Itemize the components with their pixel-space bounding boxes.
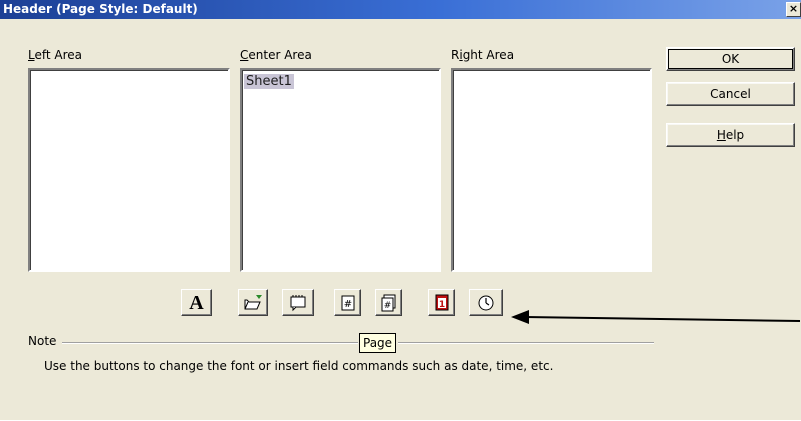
sheet-name-icon bbox=[288, 294, 308, 312]
help-button[interactable]: Help bbox=[666, 123, 795, 147]
title-bar: Header (Page Style: Default) × bbox=[0, 0, 801, 19]
cancel-button[interactable]: Cancel bbox=[666, 82, 795, 106]
center-area-editor[interactable]: Sheet1 bbox=[240, 68, 441, 272]
time-button[interactable] bbox=[469, 289, 503, 316]
note-divider-right bbox=[398, 342, 654, 344]
note-text: Use the buttons to change the font or in… bbox=[44, 359, 554, 373]
ok-button[interactable]: OK bbox=[666, 47, 795, 71]
title-icon bbox=[243, 294, 263, 312]
header-dialog: Header (Page Style: Default) × Left Area… bbox=[0, 0, 801, 421]
page-tooltip: Page bbox=[359, 333, 397, 353]
date-button[interactable]: 1 bbox=[428, 289, 455, 316]
svg-text:1: 1 bbox=[438, 300, 444, 310]
note-divider bbox=[62, 342, 358, 344]
window-title: Header (Page Style: Default) bbox=[3, 2, 198, 16]
help-button-rest: elp bbox=[725, 128, 745, 142]
annotation-arrow-icon bbox=[511, 310, 801, 324]
svg-text:#: # bbox=[343, 299, 351, 310]
right-area-label-rest: ght Area bbox=[462, 48, 515, 62]
center-area-label: Center Area bbox=[240, 48, 312, 62]
total-pages-button[interactable]: # bbox=[375, 289, 402, 316]
total-pages-icon: # bbox=[380, 294, 398, 312]
right-area-label: Right Area bbox=[451, 48, 514, 62]
font-button[interactable]: A bbox=[181, 289, 212, 316]
page-number-icon: # bbox=[340, 294, 356, 312]
svg-text:#: # bbox=[383, 301, 391, 311]
left-area-editor[interactable] bbox=[28, 68, 230, 272]
font-icon: A bbox=[189, 291, 204, 314]
left-area-label: Left Area bbox=[28, 48, 82, 62]
center-area-content: Sheet1 bbox=[244, 74, 294, 89]
help-button-mnemonic: H bbox=[716, 128, 726, 142]
time-icon bbox=[477, 294, 495, 312]
close-button[interactable]: × bbox=[786, 2, 801, 17]
center-area-label-rest: enter Area bbox=[248, 48, 312, 62]
page-number-button[interactable]: # bbox=[334, 289, 361, 316]
left-area-label-rest: eft Area bbox=[34, 48, 83, 62]
right-area-editor[interactable] bbox=[451, 68, 652, 272]
title-button[interactable] bbox=[238, 289, 268, 316]
sheet-name-button[interactable] bbox=[282, 289, 314, 316]
note-label: Note bbox=[28, 334, 57, 348]
date-icon: 1 bbox=[434, 294, 450, 312]
